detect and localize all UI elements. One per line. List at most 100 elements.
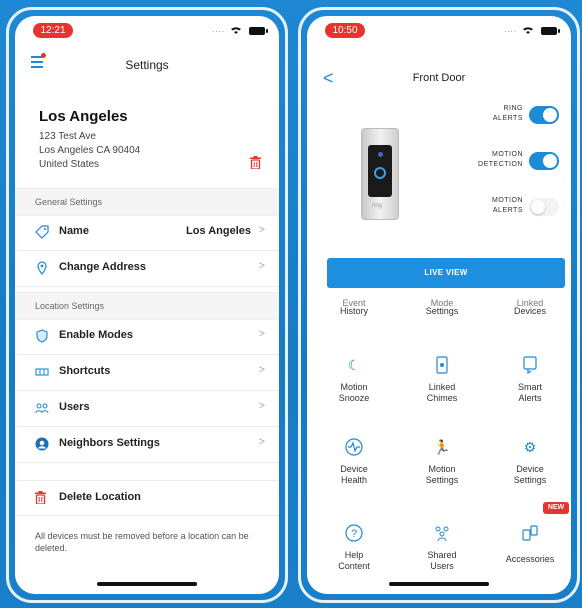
status-time: 10:50 [325, 23, 365, 38]
tag-icon [35, 225, 49, 239]
motion-detection-toggle[interactable] [529, 152, 559, 170]
motion-settings-tile[interactable]: 🏃 Motion Settings [401, 428, 483, 498]
users-label: Users [59, 401, 90, 413]
name-row[interactable]: Name Los Angeles > [15, 214, 279, 251]
chime-icon [433, 356, 451, 374]
enable-modes-row[interactable]: Enable Modes > [15, 318, 279, 355]
delete-location-label: Delete Location [59, 491, 141, 503]
shared-users-tile[interactable]: Shared Users [401, 514, 483, 584]
delete-location-row[interactable]: Delete Location [15, 480, 279, 516]
gear-icon: ⚙ [523, 439, 537, 455]
battery-icon [249, 27, 268, 35]
location-settings-header: Location Settings [15, 292, 279, 320]
motion-alerts-toggle[interactable] [529, 198, 559, 216]
chevron-right-icon: > [258, 400, 265, 412]
general-settings-header: General Settings [15, 188, 279, 216]
section-label: General Settings [35, 197, 103, 207]
doorbell-face [368, 145, 392, 197]
status-time: 12:21 [33, 23, 73, 38]
home-indicator[interactable] [97, 582, 197, 586]
change-address-label: Change Address [59, 261, 147, 273]
tile-label: Device Settings [513, 464, 547, 485]
status-bar: 10:50 .... [307, 16, 571, 50]
home-indicator[interactable] [389, 582, 489, 586]
shortcuts-icon [35, 368, 49, 376]
accessories-tile[interactable]: Accessories [489, 514, 571, 584]
label-line-1: MOTION [492, 151, 523, 158]
doorbell-image: ring [361, 128, 399, 220]
label-line-2: ALERTS [492, 115, 523, 122]
new-badge: NEW [543, 502, 569, 514]
neighbors-icon [35, 437, 49, 451]
wifi-icon [523, 27, 533, 34]
device-screen: 10:50 .... < Front Door ring RING ALERTS… [307, 16, 571, 594]
smart-alert-icon [521, 356, 539, 375]
mode-settings-tile[interactable]: Mode Settings [401, 298, 483, 336]
motion-detection-label: MOTION DETECTION [478, 150, 523, 170]
ring-alerts-toggle[interactable] [529, 106, 559, 124]
tile-label: Device Health [340, 464, 368, 485]
chevron-right-icon: > [258, 436, 265, 448]
linked-devices-tile[interactable]: Linked Devices [489, 298, 571, 336]
chevron-right-icon: > [258, 328, 265, 340]
svg-text:?: ? [351, 528, 357, 540]
doorbell-brand: ring [372, 203, 383, 209]
tile-label: Help Content [338, 550, 370, 571]
name-label: Name [59, 225, 89, 237]
shortcuts-label: Shortcuts [59, 365, 111, 377]
tile-label: Motion Settings [425, 464, 459, 485]
tile-label: Accessories [505, 554, 555, 564]
motion-alerts-label: MOTION ALERTS [492, 196, 523, 216]
phone-frame-right: 10:50 .... < Front Door ring RING ALERTS… [298, 7, 580, 603]
tile-label: Shared Users [427, 550, 457, 571]
label-line-2: ALERTS [492, 207, 523, 214]
event-history-tile[interactable]: Event History [313, 298, 395, 336]
name-value: Los Angeles [186, 225, 251, 237]
live-view-button[interactable]: LIVE VIEW [327, 258, 565, 288]
label-line-1: MOTION [492, 197, 523, 204]
enable-modes-label: Enable Modes [59, 329, 133, 341]
trash-icon[interactable] [250, 156, 261, 169]
trash-icon [35, 491, 46, 504]
tile-label: Linked Chimes [426, 382, 458, 403]
label-line-1: RING [503, 105, 523, 112]
shortcuts-row[interactable]: Shortcuts > [15, 354, 279, 391]
moon-icon: ☾ [347, 357, 361, 373]
address-line-2: Los Angeles CA 90404 [39, 145, 141, 156]
health-icon [345, 438, 363, 456]
users-row[interactable]: Users > [15, 390, 279, 427]
tile-label: Motion Snooze [338, 382, 370, 403]
page-title: Front Door [412, 72, 466, 84]
linked-chimes-tile[interactable]: Linked Chimes [401, 346, 483, 416]
camera-lens [378, 152, 383, 157]
device-settings-tile[interactable]: ⚙ Device Settings [489, 428, 571, 498]
smart-alerts-tile[interactable]: Smart Alerts [489, 346, 571, 416]
label-line-2: DETECTION [478, 161, 523, 168]
accessories-icon [521, 524, 539, 542]
settings-screen: 12:21 .... Settings Los Angeles 123 Test… [15, 16, 279, 594]
address-line-3: United States [39, 159, 100, 170]
location-address: 123 Test Ave Los Angeles CA 90404 United… [39, 130, 140, 172]
users-icon [433, 524, 451, 542]
phone-frame-left: 12:21 .... Settings Los Angeles 123 Test… [6, 7, 288, 603]
chevron-right-icon: > [258, 364, 265, 376]
ring-alerts-label: RING ALERTS [493, 104, 523, 124]
delete-note: All devices must be removed before a loc… [35, 531, 249, 553]
help-content-tile[interactable]: ? Help Content [313, 514, 395, 584]
neighbors-settings-label: Neighbors Settings [59, 437, 160, 449]
chevron-right-icon: > [258, 224, 265, 236]
page-title: Settings [125, 58, 169, 72]
neighbors-settings-row[interactable]: Neighbors Settings > [15, 426, 279, 463]
signal-dots: .... [212, 25, 225, 34]
device-health-tile[interactable]: Device Health [313, 428, 395, 498]
chevron-right-icon: > [258, 260, 265, 272]
section-label: Location Settings [35, 301, 105, 311]
motion-snooze-tile[interactable]: ☾ Motion Snooze [313, 346, 395, 416]
change-address-row[interactable]: Change Address > [15, 250, 279, 287]
battery-icon [541, 27, 560, 35]
wifi-icon [231, 27, 241, 34]
tile-label: Devices [513, 306, 546, 316]
location-pin-icon [37, 261, 47, 275]
running-person-icon: 🏃 [433, 439, 451, 455]
tile-label: Smart Alerts [517, 382, 542, 403]
